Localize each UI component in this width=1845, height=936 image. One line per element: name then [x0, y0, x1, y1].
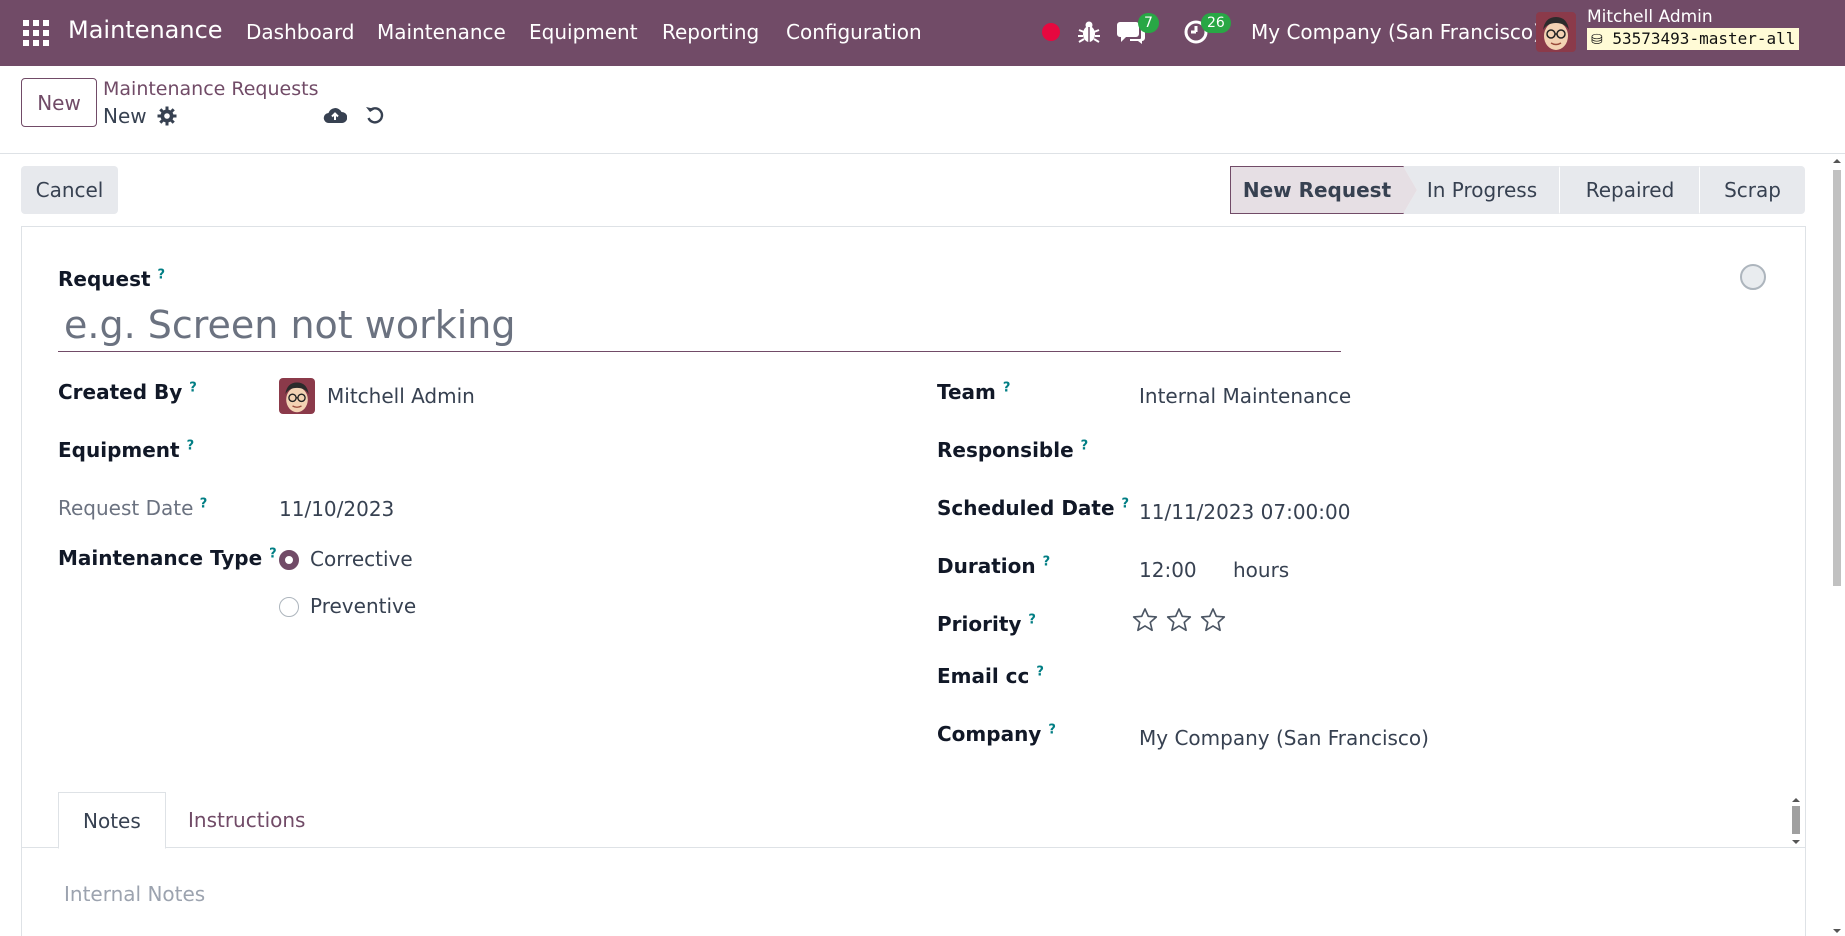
app-brand[interactable]: Maintenance — [68, 16, 223, 44]
preventive-radio-label[interactable]: Preventive — [310, 594, 416, 618]
stage-label: New Request — [1242, 178, 1392, 202]
priority-star-2-icon[interactable] — [1165, 606, 1193, 639]
company-label: Company ? — [937, 722, 1056, 746]
equipment-label: Equipment ? — [58, 438, 195, 462]
stage-repaired[interactable]: Repaired — [1559, 166, 1714, 214]
preventive-radio[interactable] — [279, 597, 299, 617]
help-icon[interactable]: ? — [1003, 380, 1011, 395]
corrective-radio[interactable] — [279, 550, 299, 570]
responsible-field[interactable] — [1139, 434, 1699, 466]
maintenance-type-label: Maintenance Type ? — [58, 546, 277, 570]
company-value[interactable]: My Company (San Francisco) — [1139, 726, 1429, 750]
request-label: Request ? — [58, 267, 166, 291]
database-badge: ⛁ 53573493-master-all — [1587, 28, 1800, 50]
user-name[interactable]: Mitchell Admin — [1587, 7, 1713, 27]
notebook-tabs: Notes Instructions — [21, 792, 1806, 849]
database-icon: ⛁ — [1591, 32, 1603, 48]
priority-label: Priority ? — [937, 612, 1036, 636]
menu-dashboard[interactable]: Dashboard — [246, 20, 355, 44]
email-cc-label: Email cc ? — [937, 664, 1044, 688]
help-icon[interactable]: ? — [187, 438, 195, 453]
stage-label: Scrap — [1724, 178, 1781, 202]
help-icon[interactable]: ? — [1081, 438, 1089, 453]
breadcrumb-current-record: New — [103, 104, 147, 128]
created-by-avatar — [279, 378, 315, 414]
recording-dot-icon[interactable] — [1042, 23, 1060, 41]
scheduled-date-label: Scheduled Date ? — [937, 496, 1130, 520]
top-navbar: Maintenance Dashboard Maintenance Equipm… — [0, 0, 1845, 66]
help-icon[interactable]: ? — [1048, 722, 1056, 737]
bug-icon[interactable] — [1078, 20, 1100, 49]
user-avatar[interactable] — [1536, 12, 1576, 52]
stage-scrap[interactable]: Scrap — [1699, 166, 1805, 214]
priority-star-3-icon[interactable] — [1199, 606, 1227, 639]
help-icon[interactable]: ? — [1036, 664, 1044, 679]
request-date-label: Request Date ? — [58, 496, 208, 520]
request-date-value: 11/10/2023 — [279, 497, 395, 521]
kanban-state-circle[interactable] — [1740, 264, 1766, 290]
scheduled-date-value[interactable]: 11/11/2023 07:00:00 — [1139, 500, 1350, 524]
internal-notes-editor[interactable]: Internal Notes — [64, 882, 205, 906]
stage-label: Repaired — [1585, 178, 1675, 202]
help-icon[interactable]: ? — [158, 267, 166, 282]
menu-maintenance[interactable]: Maintenance — [377, 20, 506, 44]
page-scrollbar[interactable] — [1829, 156, 1845, 936]
duration-value[interactable]: 12:00 — [1139, 558, 1197, 582]
help-icon[interactable]: ? — [269, 546, 277, 561]
stage-label: In Progress — [1426, 178, 1538, 202]
new-button[interactable]: New — [21, 78, 97, 127]
help-icon[interactable]: ? — [200, 496, 208, 511]
team-label: Team ? — [937, 380, 1011, 404]
created-by-value[interactable]: Mitchell Admin — [327, 384, 475, 408]
team-value[interactable]: Internal Maintenance — [1139, 384, 1351, 408]
help-icon[interactable]: ? — [1028, 612, 1036, 627]
tab-instructions[interactable]: Instructions — [164, 792, 329, 848]
help-icon[interactable]: ? — [189, 380, 197, 395]
save-cloud-icon[interactable] — [323, 105, 348, 130]
menu-equipment[interactable]: Equipment — [529, 20, 638, 44]
gear-icon[interactable] — [157, 106, 177, 131]
database-name: 53573493-master-all — [1612, 29, 1796, 48]
company-switcher[interactable]: My Company (San Francisco) — [1251, 20, 1541, 44]
duration-label: Duration ? — [937, 554, 1051, 578]
discard-undo-icon[interactable] — [365, 104, 385, 131]
control-panel: New Maintenance Requests New — [0, 66, 1845, 154]
email-cc-field[interactable] — [1139, 660, 1699, 692]
breadcrumb-maintenance-requests[interactable]: Maintenance Requests — [103, 78, 318, 100]
activities-count-badge: 26 — [1201, 13, 1231, 33]
tab-notes[interactable]: Notes — [58, 792, 166, 849]
app-menu-grid-icon[interactable] — [23, 20, 49, 46]
created-by-label: Created By ? — [58, 380, 197, 404]
help-icon[interactable]: ? — [1043, 554, 1051, 569]
stage-in-progress[interactable]: In Progress — [1403, 166, 1574, 214]
cancel-button[interactable]: Cancel — [21, 166, 118, 214]
menu-reporting[interactable]: Reporting — [662, 20, 759, 44]
messages-count-badge: 7 — [1138, 13, 1159, 33]
duration-unit: hours — [1233, 558, 1290, 582]
request-title-input[interactable] — [58, 298, 1341, 352]
equipment-field[interactable] — [279, 434, 839, 466]
responsible-label: Responsible ? — [937, 438, 1089, 462]
notebook-scrollbar[interactable] — [1788, 796, 1804, 846]
help-icon[interactable]: ? — [1122, 496, 1130, 511]
corrective-radio-label[interactable]: Corrective — [310, 547, 413, 571]
stage-new-request[interactable]: New Request — [1230, 166, 1417, 214]
menu-configuration[interactable]: Configuration — [786, 20, 922, 44]
priority-star-1-icon[interactable] — [1131, 606, 1159, 639]
